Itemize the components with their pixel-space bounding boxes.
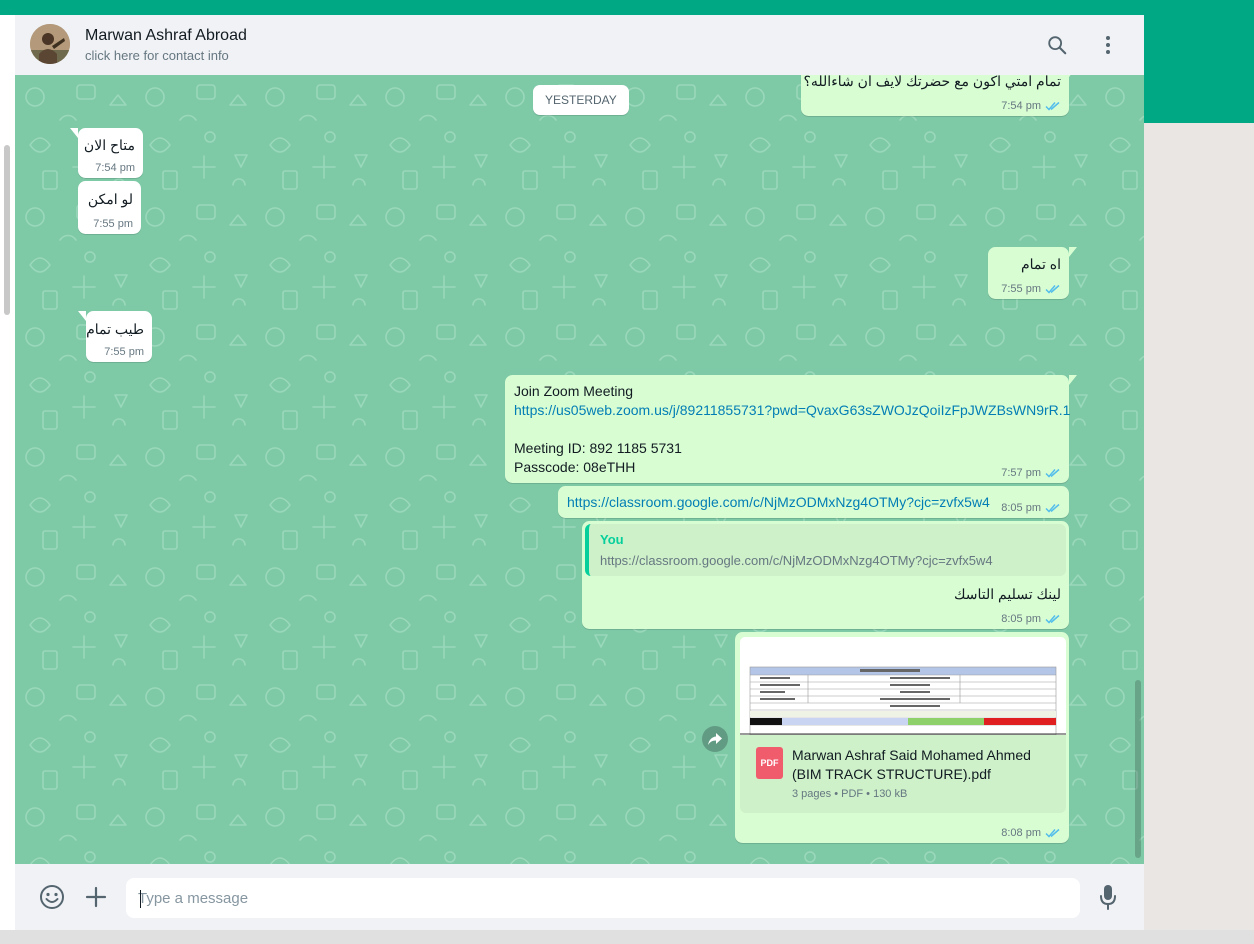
message-text: تمام امتي اكون مع حضرتك لايف ان شاءالله؟ (803, 75, 1061, 89)
message-time: 7:54 pm (95, 162, 135, 174)
message-bubble-incoming[interactable]: لو امكن 7:55 pm (78, 181, 141, 234)
message-bubble-outgoing[interactable]: Join Zoom Meeting https://us05web.zoom.u… (505, 375, 1077, 483)
message-text: لو امكن (87, 191, 133, 207)
double-check-icon (1045, 828, 1060, 838)
message-list[interactable]: تمام امتي اكون مع حضرتك لايف ان شاءالله؟… (15, 75, 1144, 864)
double-check-icon (1045, 614, 1060, 624)
document-preview[interactable] (740, 637, 1066, 735)
message-input[interactable] (126, 878, 1080, 918)
message-meta: 7:57 pm (1001, 467, 1061, 479)
message-text: طيب تمام (86, 321, 144, 337)
document-meta: 3 pages • PDF • 130 kB (792, 788, 908, 800)
search-icon[interactable] (1045, 33, 1069, 57)
document-name-line: Marwan Ashraf Said Mohamed Ahmed (792, 747, 1031, 763)
zoom-meeting-link[interactable]: https://us05web.zoom.us/j/89211855731?pw… (514, 402, 1070, 418)
message-meta: 7:55 pm (1001, 283, 1061, 295)
pdf-file-icon: PDF (756, 747, 783, 779)
message-meta: 8:08 pm (1001, 827, 1061, 839)
message-time: 8:05 pm (1001, 502, 1041, 514)
conversation-panel: Marwan Ashraf Abroad click here for cont… (15, 15, 1144, 930)
message-meta: 7:54 pm (1001, 100, 1061, 112)
message-meta: 7:55 pm (93, 218, 133, 230)
document-info[interactable]: PDF Marwan Ashraf Said Mohamed Ahmed (BI… (740, 735, 1066, 813)
quote-text: https://classroom.google.com/c/NjMzODMxN… (600, 553, 993, 568)
message-bubble-incoming[interactable]: طيب تمام 7:55 pm (78, 311, 152, 362)
classroom-link[interactable]: https://classroom.google.com/c/NjMzODMxN… (567, 494, 990, 510)
message-text-line: Passcode: 08eTHH (514, 459, 636, 475)
double-check-icon (1045, 468, 1060, 478)
message-meta: 7:54 pm (95, 162, 135, 174)
message-meta: 8:05 pm (1001, 613, 1061, 625)
avatar[interactable] (30, 24, 70, 64)
plus-icon[interactable] (82, 883, 110, 911)
message-time: 8:08 pm (1001, 827, 1041, 839)
bottom-band (0, 930, 1254, 944)
message-text: لينك تسليم التاسك (953, 586, 1061, 602)
background-panel (1144, 123, 1254, 944)
compose-bar (15, 864, 1144, 930)
message-text-line: Join Zoom Meeting (514, 383, 634, 399)
date-divider: YESTERDAY (533, 85, 629, 115)
kebab-menu-icon[interactable] (1096, 33, 1120, 57)
message-time: 8:05 pm (1001, 613, 1041, 625)
conversation-header[interactable]: Marwan Ashraf Abroad click here for cont… (15, 15, 1144, 75)
message-meta: 7:55 pm (104, 346, 144, 358)
quote-author: You (600, 532, 624, 547)
double-check-icon (1045, 503, 1060, 513)
message-bubble-outgoing[interactable]: https://classroom.google.com/c/NjMzODMxN… (558, 486, 1069, 518)
message-time: 7:57 pm (1001, 467, 1041, 479)
message-text: متاح الان (83, 137, 135, 153)
message-time: 7:55 pm (1001, 283, 1041, 295)
message-bubble-outgoing[interactable]: اه تمام 7:55 pm (988, 247, 1077, 299)
message-time: 7:55 pm (104, 346, 144, 358)
double-check-icon (1045, 101, 1060, 111)
message-time: 7:54 pm (1001, 100, 1041, 112)
chat-list-scrollbar[interactable] (4, 145, 10, 315)
emoji-icon[interactable] (38, 883, 66, 911)
message-bubble-incoming[interactable]: متاح الان 7:54 pm (70, 128, 143, 178)
microphone-icon[interactable] (1094, 883, 1122, 911)
chat-list-edge (0, 15, 16, 930)
message-bubble-outgoing[interactable]: تمام امتي اكون مع حضرتك لايف ان شاءالله؟… (801, 75, 1077, 116)
message-bubble-outgoing[interactable]: PDF Marwan Ashraf Said Mohamed Ahmed (BI… (735, 632, 1069, 843)
document-name: Marwan Ashraf Said Mohamed Ahmed (BIM TR… (792, 746, 1062, 784)
message-text: اه تمام (1020, 256, 1061, 272)
double-check-icon (1045, 284, 1060, 294)
message-list-scrollbar[interactable] (1135, 680, 1141, 858)
contact-name[interactable]: Marwan Ashraf Abroad (85, 27, 247, 45)
document-name-line: (BIM TRACK STRUCTURE).pdf (792, 766, 991, 782)
message-time: 7:55 pm (93, 218, 133, 230)
contact-info-hint[interactable]: click here for contact info (85, 48, 229, 63)
quoted-message[interactable]: You https://classroom.google.com/c/NjMzO… (585, 524, 1066, 576)
forward-icon[interactable] (702, 726, 728, 752)
message-text-line: Meeting ID: 892 1185 5731 (514, 440, 682, 456)
message-bubble-outgoing[interactable]: You https://classroom.google.com/c/NjMzO… (582, 521, 1069, 629)
message-meta: 8:05 pm (1001, 502, 1061, 514)
text-caret (140, 890, 141, 908)
